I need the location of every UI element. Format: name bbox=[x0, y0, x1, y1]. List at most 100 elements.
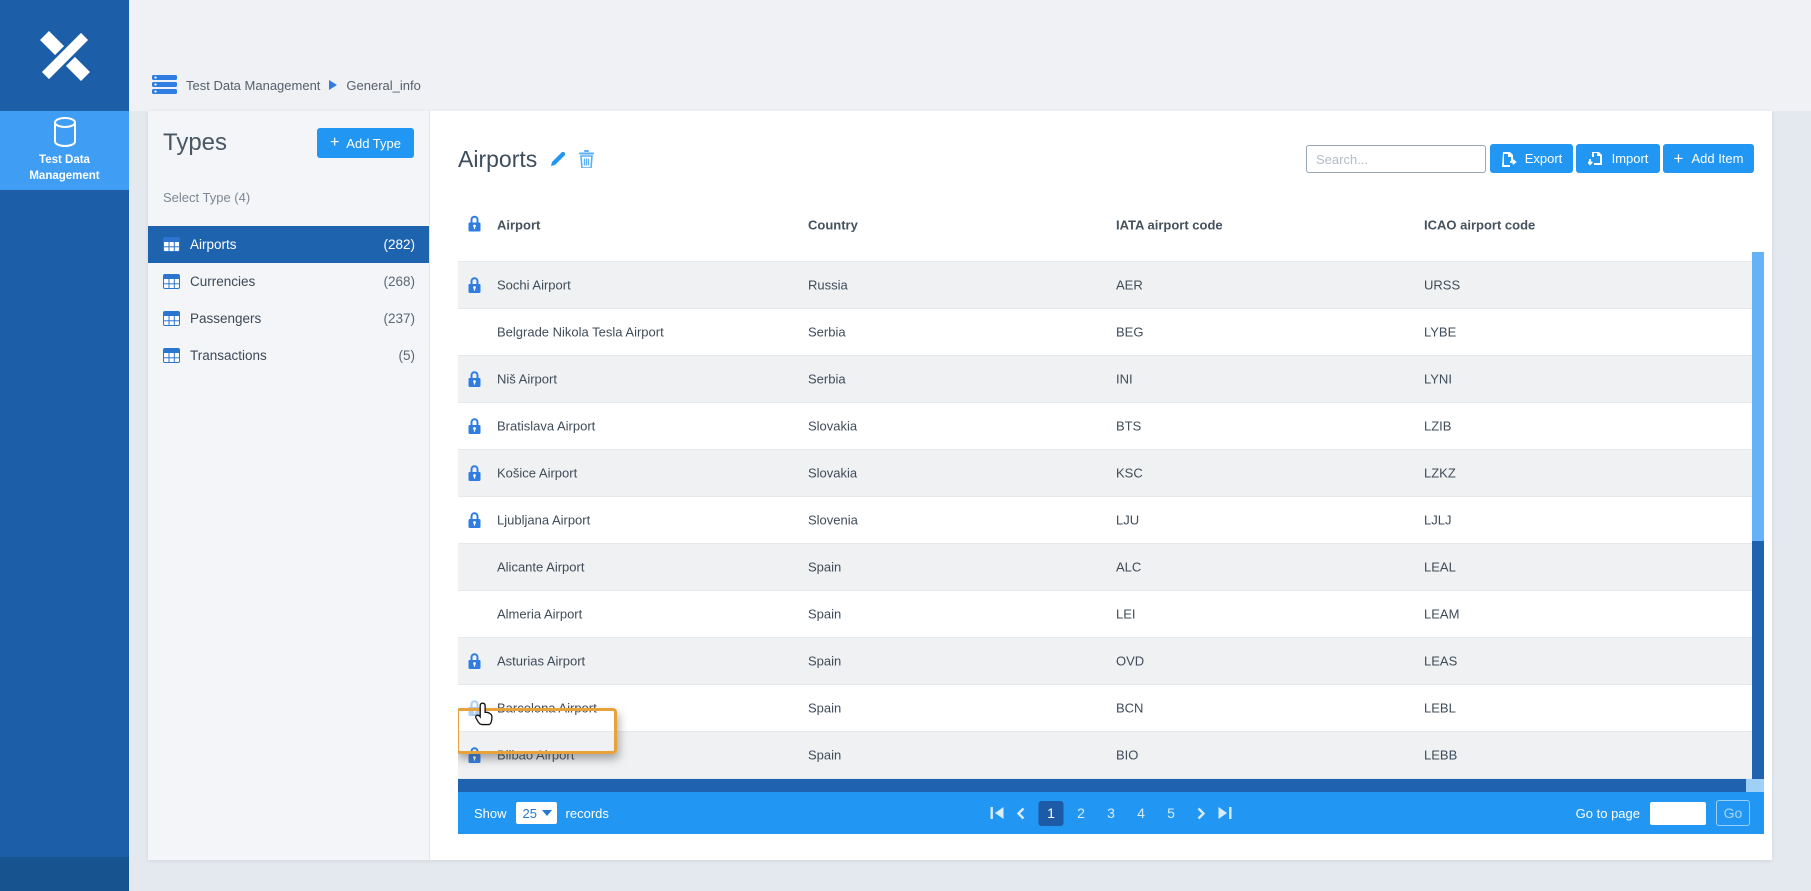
table-row[interactable]: Belgrade Nikola Tesla Airport Serbia BEG… bbox=[458, 309, 1764, 356]
lock-icon[interactable] bbox=[468, 465, 481, 482]
cell-country: Serbia bbox=[808, 372, 846, 387]
lock-icon[interactable] bbox=[468, 653, 481, 670]
pagination-bar: Show 25 records 12345 bbox=[458, 792, 1764, 834]
cell-iata: BEG bbox=[1116, 325, 1143, 340]
cell-country: Spain bbox=[808, 701, 841, 716]
table-type-icon bbox=[163, 237, 180, 252]
show-label: Show bbox=[474, 806, 507, 821]
cell-icao: LEAL bbox=[1424, 560, 1456, 575]
type-list-item[interactable]: Passengers (237) bbox=[148, 300, 429, 337]
export-icon bbox=[1501, 151, 1517, 167]
table-row[interactable]: Asturias Airport Spain OVD LEAS bbox=[458, 638, 1764, 685]
goto-page-input[interactable] bbox=[1650, 802, 1706, 825]
lock-column-icon bbox=[468, 215, 481, 235]
cell-country: Spain bbox=[808, 560, 841, 575]
cell-airport: Bratislava Airport bbox=[497, 419, 595, 434]
lock-icon[interactable] bbox=[468, 277, 481, 294]
goto-page-label: Go to page bbox=[1576, 806, 1640, 821]
breadcrumb-item-current: General_info bbox=[346, 78, 420, 93]
cell-country: Slovakia bbox=[808, 419, 857, 434]
table-row[interactable]: Ljubljana Airport Slovenia LJU LJLJ bbox=[458, 497, 1764, 544]
cell-country: Spain bbox=[808, 607, 841, 622]
export-button[interactable]: Export bbox=[1490, 144, 1573, 173]
lock-icon[interactable] bbox=[468, 371, 481, 388]
type-label: Transactions bbox=[190, 348, 267, 363]
page-number-button[interactable]: 5 bbox=[1159, 801, 1184, 826]
left-nav-rail: Test Data Management bbox=[0, 0, 129, 891]
table-type-icon bbox=[163, 348, 180, 363]
lock-icon[interactable] bbox=[468, 512, 481, 529]
go-button[interactable]: Go bbox=[1716, 800, 1750, 826]
table-row[interactable]: Alicante Airport Spain ALC LEAL bbox=[458, 544, 1764, 591]
first-page-button[interactable] bbox=[991, 807, 1004, 819]
cell-country: Spain bbox=[808, 748, 841, 763]
page-number-button[interactable]: 3 bbox=[1099, 801, 1124, 826]
cell-iata: LJU bbox=[1116, 513, 1139, 528]
table-row[interactable]: Niš Airport Serbia INI LYNI bbox=[458, 356, 1764, 403]
cursor-icon bbox=[474, 702, 496, 726]
search-box bbox=[1306, 145, 1486, 173]
cell-icao: LEAM bbox=[1424, 607, 1459, 622]
types-panel: Types + Add Type Select Type (4) Airport… bbox=[148, 111, 430, 860]
table-row[interactable]: Almeria Airport Spain LEI LEAM bbox=[458, 591, 1764, 638]
page-size-select[interactable]: 25 bbox=[516, 802, 557, 824]
table-type-icon bbox=[163, 311, 180, 326]
cell-airport: Alicante Airport bbox=[497, 560, 584, 575]
lock-icon[interactable] bbox=[468, 418, 481, 435]
breadcrumb-item-root[interactable]: Test Data Management bbox=[186, 78, 320, 93]
table-row[interactable]: Bilbao Airport Spain BIO LEBB bbox=[458, 732, 1764, 779]
table-row[interactable]: Košice Airport Slovakia KSC LZKZ bbox=[458, 450, 1764, 497]
cell-icao: LEBL bbox=[1424, 701, 1456, 716]
table-row[interactable]: Sochi Airport Russia AER URSS bbox=[458, 262, 1764, 309]
type-label: Airports bbox=[190, 237, 237, 252]
column-header-airport[interactable]: Airport bbox=[497, 218, 540, 233]
cell-airport: Asturias Airport bbox=[497, 654, 585, 669]
add-item-button[interactable]: + Add Item bbox=[1663, 144, 1754, 173]
data-list-icon bbox=[152, 75, 177, 95]
app-logo[interactable] bbox=[0, 0, 129, 111]
page-number-button[interactable]: 1 bbox=[1039, 801, 1064, 826]
import-button-label: Import bbox=[1612, 151, 1649, 166]
delete-type-button[interactable] bbox=[579, 150, 594, 168]
page-number-button[interactable]: 4 bbox=[1129, 801, 1154, 826]
search-input[interactable] bbox=[1307, 152, 1496, 167]
import-button[interactable]: Import bbox=[1576, 144, 1660, 173]
cell-airport: Ljubljana Airport bbox=[497, 513, 590, 528]
cell-icao: URSS bbox=[1424, 278, 1460, 293]
table-row[interactable]: Bratislava Airport Slovakia BTS LZIB bbox=[458, 403, 1764, 450]
table-row[interactable]: Barcelona Airport Spain BCN LEBL bbox=[458, 685, 1764, 732]
cell-iata: OVD bbox=[1116, 654, 1144, 669]
cell-airport: Almeria Airport bbox=[497, 607, 582, 622]
trash-icon bbox=[579, 150, 594, 168]
cell-iata: KSC bbox=[1116, 466, 1143, 481]
last-page-button[interactable] bbox=[1219, 807, 1232, 819]
type-label: Passengers bbox=[190, 311, 261, 326]
cell-iata: AER bbox=[1116, 278, 1143, 293]
type-label: Currencies bbox=[190, 274, 255, 289]
column-header-iata[interactable]: IATA airport code bbox=[1116, 218, 1223, 233]
edit-type-button[interactable] bbox=[548, 149, 568, 169]
cell-iata: INI bbox=[1116, 372, 1133, 387]
next-page-button[interactable] bbox=[1197, 807, 1206, 820]
breadcrumb: Test Data Management General_info bbox=[152, 72, 421, 98]
table-rows: Sochi Airport Russia AER URSS Belgrade N… bbox=[458, 262, 1764, 779]
page-number-button[interactable]: 2 bbox=[1069, 801, 1094, 826]
cell-icao: LYNI bbox=[1424, 372, 1452, 387]
sidebar-item-test-data-management[interactable]: Test Data Management bbox=[0, 111, 129, 190]
type-list-item[interactable]: Airports (282) bbox=[148, 226, 429, 263]
plus-icon: + bbox=[1674, 150, 1684, 167]
plus-icon: + bbox=[330, 135, 339, 151]
previous-page-button[interactable] bbox=[1017, 807, 1026, 820]
type-list-item[interactable]: Transactions (5) bbox=[148, 337, 429, 374]
type-count: (237) bbox=[383, 311, 415, 326]
cell-country: Russia bbox=[808, 278, 848, 293]
vertical-scrollbar-thumb[interactable] bbox=[1752, 252, 1764, 541]
add-type-button[interactable]: + Add Type bbox=[317, 128, 414, 158]
horizontal-scrollbar-corner bbox=[1746, 779, 1764, 792]
column-header-icao[interactable]: ICAO airport code bbox=[1424, 218, 1535, 233]
cell-airport: Košice Airport bbox=[497, 466, 577, 481]
type-list-item[interactable]: Currencies (268) bbox=[148, 263, 429, 300]
vertical-scrollbar[interactable] bbox=[1752, 252, 1764, 779]
column-header-country[interactable]: Country bbox=[808, 218, 858, 233]
horizontal-scrollbar[interactable] bbox=[458, 779, 1764, 792]
